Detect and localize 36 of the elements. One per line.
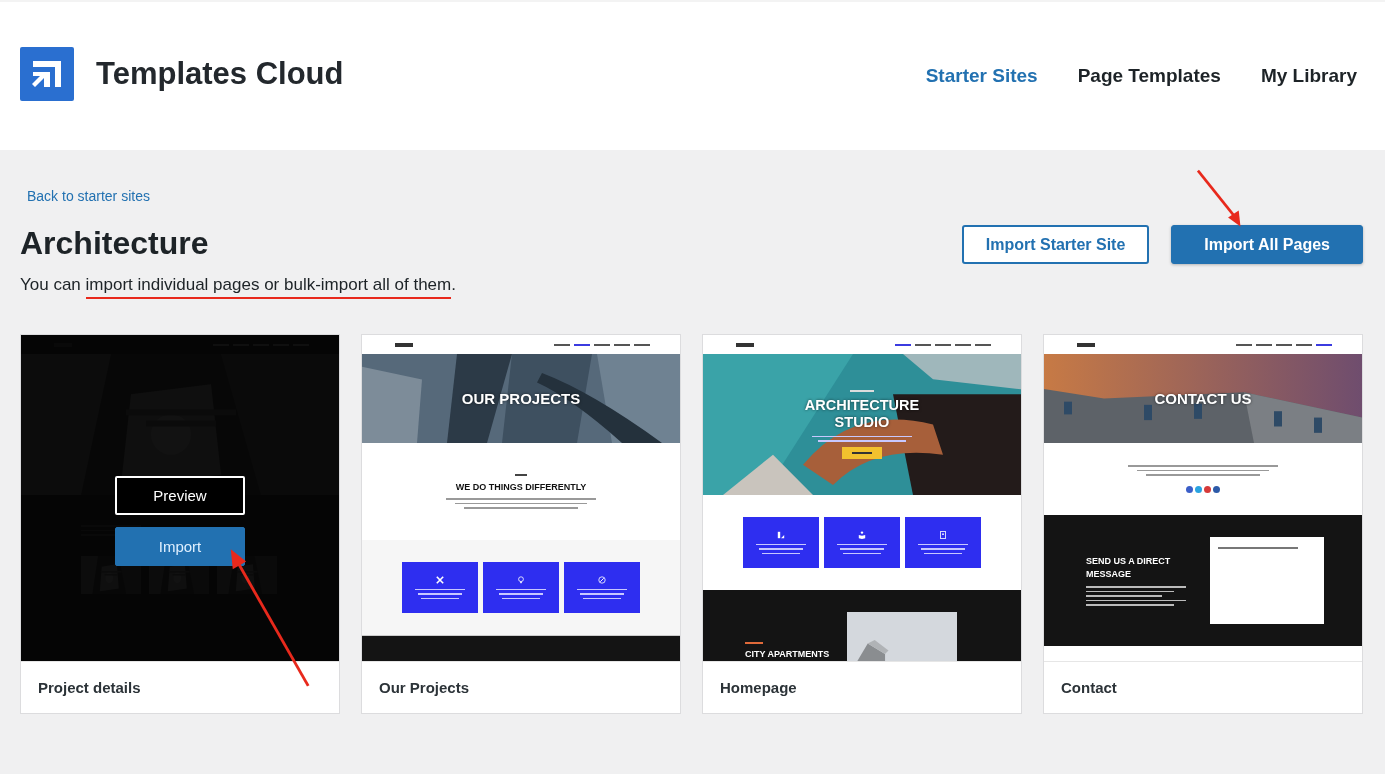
template-card[interactable]: CONTACT US SEND US A DIRECT MESSAGE Contact xyxy=(1043,334,1363,714)
template-card[interactable]: Preview Import Project details xyxy=(20,334,340,714)
description: You can import individual pages or bulk-import all of them. xyxy=(20,272,456,304)
card-title: Contact xyxy=(1061,679,1117,696)
back-link[interactable]: Back to starter sites xyxy=(27,188,150,204)
section-title: WE DO THINGS DIFFERENTLY xyxy=(455,482,587,493)
text-lines xyxy=(415,588,465,600)
tools-icon xyxy=(436,575,444,584)
nav-tab[interactable]: My Library xyxy=(1260,65,1357,87)
brand-name: Templates Cloud xyxy=(96,55,344,92)
text-lines xyxy=(577,588,627,600)
text-lines xyxy=(496,588,546,600)
hero-title: CONTACT US xyxy=(1154,390,1252,407)
swatches-icon xyxy=(777,530,785,539)
lightbulb-icon xyxy=(517,575,525,584)
import-all-button[interactable]: Import All Pages xyxy=(1171,225,1363,264)
reader-icon xyxy=(858,530,866,539)
card-title: Project details xyxy=(38,679,141,696)
preview-button[interactable]: Preview xyxy=(115,476,245,515)
template-card[interactable]: OUR PROJECTS WE DO THINGS DIFFERENTLY Our Projects xyxy=(361,334,681,714)
compass-icon xyxy=(598,575,606,584)
import-site-button[interactable]: Import Starter Site xyxy=(961,225,1150,264)
import-button[interactable]: Import xyxy=(115,527,245,566)
text-lines xyxy=(756,543,806,555)
hero-title: OUR PROJECTS xyxy=(461,390,581,407)
building-icon xyxy=(939,530,947,539)
nav-tab[interactable]: Page Templates xyxy=(1077,65,1221,87)
nav-tab[interactable]: Starter Sites xyxy=(925,65,1038,87)
project-title: CITY APARTMENTS xyxy=(745,649,830,659)
message-title: SEND US A DIRECT MESSAGE xyxy=(1086,554,1172,581)
page-title: Architecture xyxy=(20,225,210,262)
card-title: Our Projects xyxy=(379,679,470,696)
logo-icon xyxy=(20,46,74,101)
text-lines xyxy=(918,543,968,555)
text-lines xyxy=(837,543,887,555)
card-title: Homepage xyxy=(720,679,797,696)
